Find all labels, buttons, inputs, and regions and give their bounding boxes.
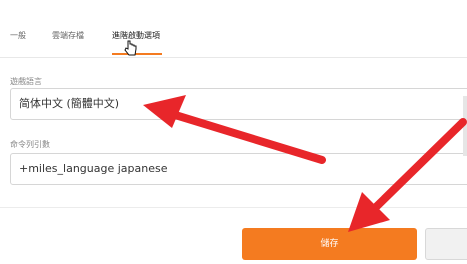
annotation-arrow-save [348, 118, 467, 232]
annotation-overlay [124, 40, 467, 232]
annotation-arrow-language [143, 95, 326, 164]
hand-cursor-icon [124, 40, 137, 56]
